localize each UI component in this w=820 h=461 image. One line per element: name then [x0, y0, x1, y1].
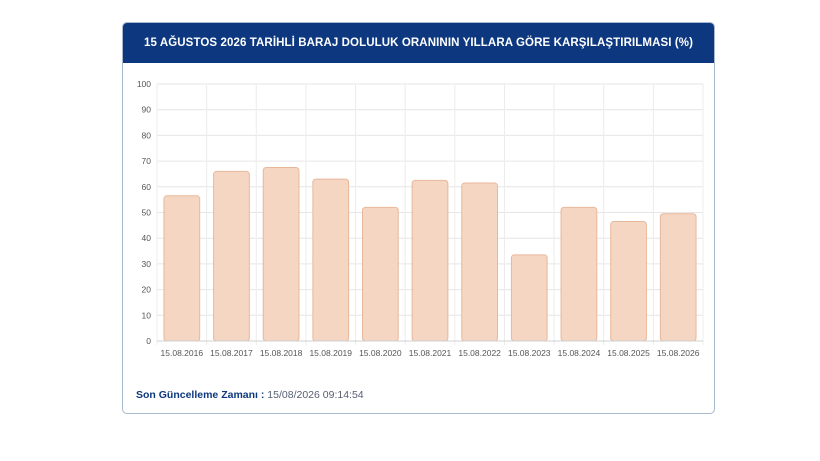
x-tick-label: 15.08.2026 — [657, 348, 700, 358]
x-tick-label: 15.08.2021 — [409, 348, 452, 358]
y-tick-label: 30 — [142, 259, 152, 269]
bar — [361, 206, 399, 342]
chart-title: 15 AĞUSTOS 2026 TARİHLİ BARAJ DOLULUK OR… — [123, 23, 714, 63]
y-tick-label: 100 — [137, 79, 151, 89]
y-tick-label: 0 — [146, 336, 151, 346]
x-tick-label: 15.08.2022 — [458, 348, 501, 358]
bar — [312, 178, 350, 342]
y-tick-label: 60 — [142, 182, 152, 192]
last-update: Son Güncelleme Zamanı : 15/08/2026 09:14… — [136, 389, 364, 401]
y-tick-label: 80 — [142, 130, 152, 140]
y-tick-label: 10 — [142, 310, 152, 320]
x-tick-label: 15.08.2024 — [558, 348, 601, 358]
y-tick-label: 40 — [142, 233, 152, 243]
y-tick-label: 90 — [142, 105, 152, 115]
last-update-value: 15/08/2026 09:14:54 — [267, 389, 364, 401]
chart-card: 15 AĞUSTOS 2026 TARİHLİ BARAJ DOLULUK OR… — [122, 22, 715, 414]
bar — [213, 170, 250, 342]
bar — [411, 179, 449, 342]
y-tick-label: 20 — [142, 285, 152, 295]
bar — [510, 254, 548, 342]
x-tick-label: 15.08.2017 — [210, 348, 253, 358]
x-tick-label: 15.08.2019 — [309, 348, 352, 358]
x-tick-label: 15.08.2018 — [260, 348, 303, 358]
bar-chart: 0 10 20 30 40 50 60 70 80 90 100 15.08.2016 15.08.20… — [137, 79, 704, 358]
x-tick-label: 15.08.2023 — [508, 348, 551, 358]
bar — [163, 195, 201, 342]
bar — [461, 182, 499, 342]
last-update-label: Son Güncelleme Zamanı : — [136, 389, 265, 401]
bar — [610, 220, 647, 342]
y-tick-label: 70 — [142, 156, 152, 166]
x-tick-label: 15.08.2016 — [161, 348, 204, 358]
bar — [262, 167, 300, 342]
x-tick-label: 15.08.2025 — [607, 348, 650, 358]
bar — [659, 213, 697, 342]
bar — [560, 206, 598, 342]
y-tick-label: 50 — [142, 208, 152, 218]
x-tick-label: 15.08.2020 — [359, 348, 402, 358]
